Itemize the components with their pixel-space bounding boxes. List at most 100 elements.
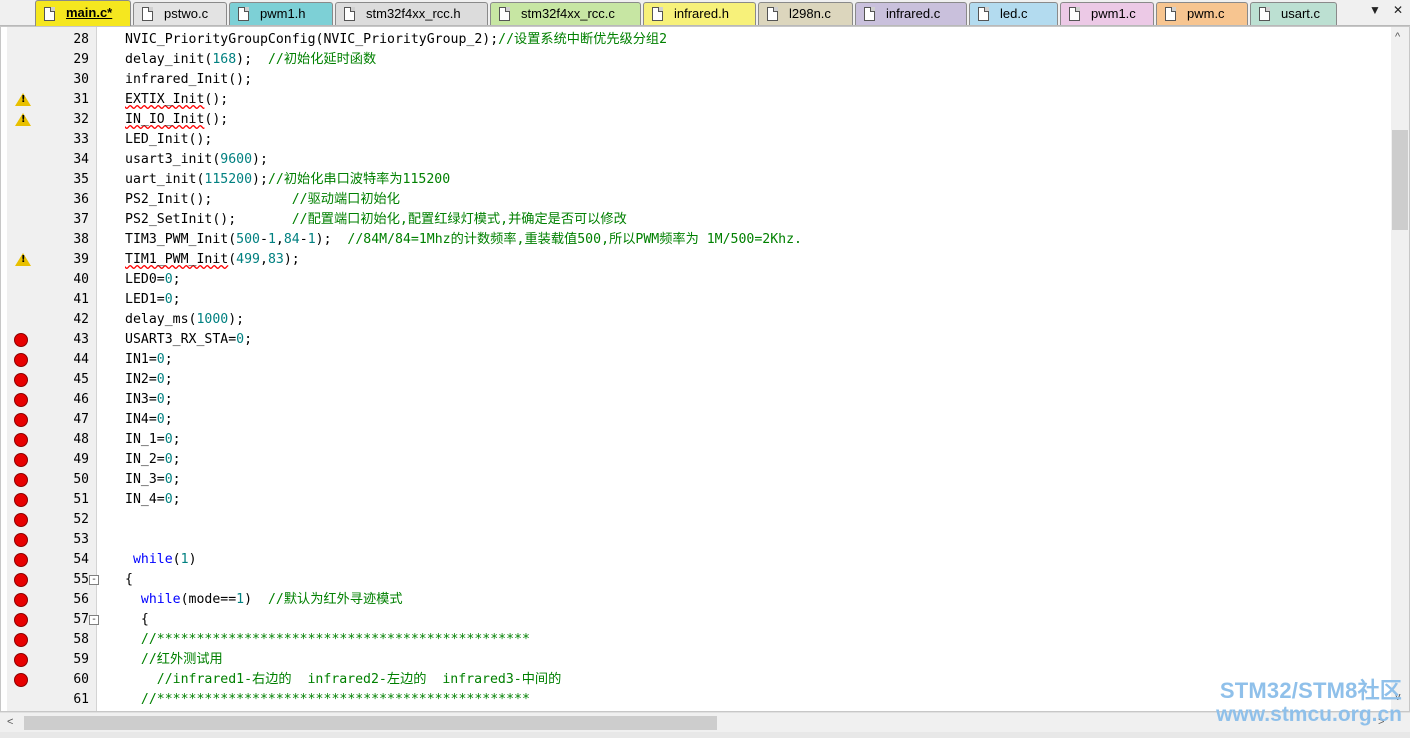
tab-list-dropdown-icon[interactable]: ▼ <box>1369 3 1381 17</box>
code-line[interactable]: TIM1_PWM_Init(499,83); <box>125 250 300 270</box>
code-line[interactable]: delay_ms(1000); <box>125 310 244 330</box>
breakpoint-icon[interactable] <box>14 653 28 667</box>
gutter-line[interactable]: 58 <box>7 630 97 650</box>
code-line[interactable]: LED0=0; <box>125 270 181 290</box>
code-line[interactable]: USART3_RX_STA=0; <box>125 330 252 350</box>
code-line[interactable]: IN1=0; <box>125 350 173 370</box>
code-line[interactable]: //**************************************… <box>125 630 530 650</box>
breakpoint-icon[interactable] <box>14 413 28 427</box>
breakpoint-icon[interactable] <box>14 533 28 547</box>
tab-usart-c[interactable]: usart.c <box>1250 2 1337 25</box>
gutter-line[interactable]: 49 <box>7 450 97 470</box>
breakpoint-icon[interactable] <box>14 393 28 407</box>
gutter-line[interactable]: 57- <box>7 610 99 630</box>
gutter-line[interactable]: 30 <box>7 70 97 90</box>
code-line[interactable]: IN_1=0; <box>125 430 181 450</box>
gutter-line[interactable]: 31 <box>7 90 97 110</box>
tab-pstwo-c[interactable]: pstwo.c <box>133 2 227 25</box>
code-line[interactable]: IN2=0; <box>125 370 173 390</box>
gutter-line[interactable]: 37 <box>7 210 97 230</box>
code-line[interactable]: IN_3=0; <box>125 470 181 490</box>
gutter-line[interactable]: 34 <box>7 150 97 170</box>
gutter-line[interactable]: 54 <box>7 550 97 570</box>
gutter-line[interactable]: 53 <box>7 530 97 550</box>
breakpoint-icon[interactable] <box>14 353 28 367</box>
gutter-line[interactable]: 33 <box>7 130 97 150</box>
code-line[interactable]: while(mode==1) //默认为红外寻迹模式 <box>125 590 403 610</box>
gutter-line[interactable]: 46 <box>7 390 97 410</box>
gutter-line[interactable]: 38 <box>7 230 97 250</box>
gutter-line[interactable]: 39 <box>7 250 97 270</box>
code-line[interactable]: //**************************************… <box>125 690 530 710</box>
gutter-line[interactable]: 42 <box>7 310 97 330</box>
code-line[interactable]: uart_init(115200);//初始化串口波特率为115200 <box>125 170 450 190</box>
code-line[interactable]: LED1=0; <box>125 290 181 310</box>
fold-toggle-icon[interactable]: - <box>89 615 99 625</box>
breakpoint-icon[interactable] <box>14 673 28 687</box>
code-line[interactable]: TIM3_PWM_Init(500-1,84-1); //84M/84=1Mhz… <box>125 230 802 250</box>
code-line[interactable]: NVIC_PriorityGroupConfig(NVIC_PriorityGr… <box>125 30 667 50</box>
tab-led-c[interactable]: led.c <box>969 2 1058 25</box>
code-editor[interactable]: 28 29 30 31 32 33 34 35 36 37 38 39 40 41 42 43 44 45 46 47… <box>0 26 1410 712</box>
tab-pwm1-h[interactable]: pwm1.h <box>229 2 333 25</box>
gutter-line[interactable]: 59 <box>7 650 97 670</box>
code-line[interactable]: PS2_SetInit(); //配置端口初始化,配置红绿灯模式,并确定是否可以… <box>125 210 627 230</box>
breakpoint-icon[interactable] <box>14 493 28 507</box>
gutter-line[interactable]: 60 <box>7 670 97 690</box>
gutter-line[interactable]: 48 <box>7 430 97 450</box>
code-line[interactable]: IN_IO_Init(); <box>125 110 228 130</box>
gutter-line[interactable]: 50 <box>7 470 97 490</box>
breakpoint-icon[interactable] <box>14 433 28 447</box>
tab-infrared-c[interactable]: infrared.c <box>855 2 967 25</box>
scroll-left-icon[interactable]: < <box>7 716 13 728</box>
code-line[interactable]: { <box>125 610 149 630</box>
gutter-line[interactable]: 44 <box>7 350 97 370</box>
breakpoint-icon[interactable] <box>14 633 28 647</box>
tab-stm32f4xx-rcc-h[interactable]: stm32f4xx_rcc.h <box>335 2 488 25</box>
breakpoint-icon[interactable] <box>14 573 28 587</box>
breakpoint-icon[interactable] <box>14 473 28 487</box>
gutter-line[interactable]: 41 <box>7 290 97 310</box>
code-line[interactable]: IN_2=0; <box>125 450 181 470</box>
fold-toggle-icon[interactable]: - <box>89 575 99 585</box>
gutter-line[interactable]: 61 <box>7 690 97 710</box>
code-line[interactable]: //红外测试用 <box>125 650 223 670</box>
tab-infrared-h[interactable]: infrared.h <box>643 2 756 25</box>
code-line[interactable]: //infrared1-右边的 infrared2-左边的 infrared3-… <box>125 670 562 690</box>
gutter-line[interactable]: 36 <box>7 190 97 210</box>
code-line[interactable]: EXTIX_Init(); <box>125 90 228 110</box>
breakpoint-icon[interactable] <box>14 593 28 607</box>
vertical-scrollbar[interactable]: ^ v <box>1391 27 1409 711</box>
gutter-line[interactable]: 56 <box>7 590 97 610</box>
gutter-line[interactable]: 35 <box>7 170 97 190</box>
tab-l298n-c[interactable]: l298n.c <box>758 2 853 25</box>
breakpoint-icon[interactable] <box>14 613 28 627</box>
gutter-line[interactable]: 55- <box>7 570 99 590</box>
breakpoint-icon[interactable] <box>14 333 28 347</box>
code-line[interactable]: IN_4=0; <box>125 490 181 510</box>
code-line[interactable]: IN3=0; <box>125 390 173 410</box>
breakpoint-icon[interactable] <box>14 373 28 387</box>
tab-pwm-c[interactable]: pwm.c <box>1156 2 1248 25</box>
code-area[interactable]: NVIC_PriorityGroupConfig(NVIC_PriorityGr… <box>125 27 1391 711</box>
code-line[interactable]: usart3_init(9600); <box>125 150 268 170</box>
tab-pwm1-c[interactable]: pwm1.c <box>1060 2 1154 25</box>
gutter-line[interactable]: 40 <box>7 270 97 290</box>
close-tab-icon[interactable]: ✕ <box>1393 3 1403 17</box>
breakpoint-icon[interactable] <box>14 513 28 527</box>
code-line[interactable]: { <box>125 570 133 590</box>
gutter-line[interactable]: 52 <box>7 510 97 530</box>
breakpoint-icon[interactable] <box>14 553 28 567</box>
tab-stm32f4xx-rcc-c[interactable]: stm32f4xx_rcc.c <box>490 2 641 25</box>
gutter-line[interactable]: 45 <box>7 370 97 390</box>
code-line[interactable]: delay_init(168); //初始化延时函数 <box>125 50 376 70</box>
horizontal-scroll-thumb[interactable] <box>24 716 717 730</box>
code-line[interactable]: while(1) <box>125 550 197 570</box>
gutter-line[interactable]: 32 <box>7 110 97 130</box>
gutter-line[interactable]: 28 <box>7 30 97 50</box>
code-line[interactable]: infrared_Init(); <box>125 70 252 90</box>
vertical-scroll-thumb[interactable] <box>1392 130 1408 230</box>
code-line[interactable]: LED_Init(); <box>125 130 212 150</box>
gutter-line[interactable]: 47 <box>7 410 97 430</box>
gutter-line[interactable]: 29 <box>7 50 97 70</box>
